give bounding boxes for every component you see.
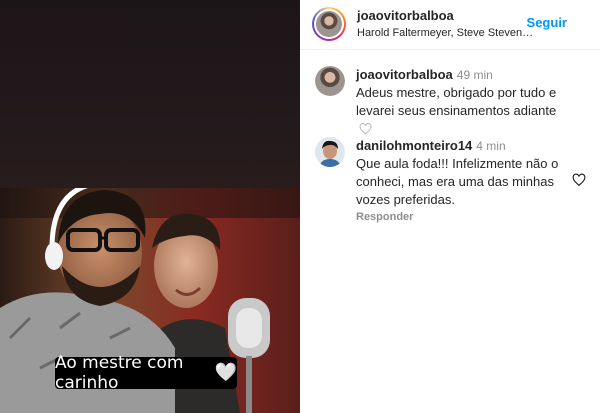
- audio-attribution[interactable]: Harold Faltermeyer, Steve Steven…: [357, 27, 533, 39]
- comment-username[interactable]: danilohmonteiro14: [356, 138, 472, 153]
- comment-body: danilohmonteiro14 4 min Que aula foda!!! …: [356, 137, 571, 209]
- white-heart-icon: 🤍: [214, 362, 237, 383]
- story-caption: Ao mestre com carinho 🤍: [55, 353, 237, 393]
- story-caption-text: Ao mestre com carinho: [55, 353, 184, 393]
- avatar-photo-icon: [315, 66, 345, 96]
- comment-text: Adeus mestre, obrigado por tudo e levare…: [356, 85, 557, 118]
- reply-button[interactable]: Responder: [356, 211, 413, 223]
- heart-outline-icon[interactable]: [359, 123, 372, 135]
- post-panel: joaovitorbalboa Seguir Harold Faltermeye…: [300, 0, 600, 413]
- avatar-photo-icon: [315, 137, 345, 167]
- comment-time[interactable]: 4 min: [476, 139, 505, 153]
- story-image: Ao mestre com carinho 🤍: [0, 0, 300, 413]
- comment-avatar[interactable]: [315, 137, 345, 167]
- post-username[interactable]: joaovitorbalboa: [357, 8, 454, 23]
- profile-avatar[interactable]: [312, 7, 346, 41]
- avatar-photo-icon: [316, 11, 342, 37]
- story-dark-background: [0, 0, 300, 190]
- like-heart-icon[interactable]: [572, 173, 586, 187]
- comment-text: Que aula foda!!! Infelizmente não o conh…: [356, 156, 559, 207]
- comment-avatar[interactable]: [315, 66, 345, 96]
- comment-time[interactable]: 49 min: [457, 68, 493, 82]
- post-header: joaovitorbalboa Seguir Harold Faltermeye…: [300, 0, 600, 50]
- comment-username[interactable]: joaovitorbalboa: [356, 67, 453, 82]
- comment-body: joaovitorbalboa 49 min Adeus mestre, obri…: [356, 66, 571, 138]
